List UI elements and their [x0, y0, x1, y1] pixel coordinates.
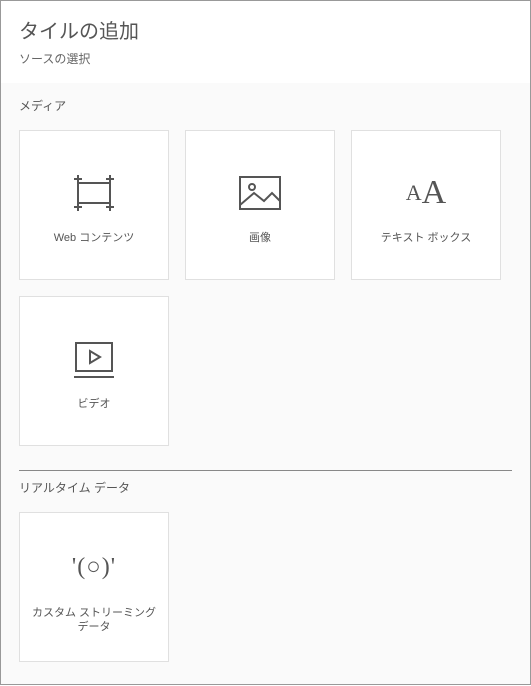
- add-tile-panel: タイルの追加 ソースの選択 メディア: [0, 0, 531, 685]
- text-box-icon: AA: [352, 165, 500, 221]
- tile-image[interactable]: 画像: [185, 130, 335, 280]
- section-label-realtime: リアルタイム データ: [19, 479, 512, 496]
- tile-label: 画像: [241, 231, 279, 245]
- panel-content: メディア: [1, 83, 530, 686]
- media-tile-grid: Web コンテンツ 画像 AA: [19, 130, 512, 446]
- tile-text-box[interactable]: AA テキスト ボックス: [351, 130, 501, 280]
- panel-title: タイルの追加: [19, 15, 512, 44]
- tile-video[interactable]: ビデオ: [19, 296, 169, 446]
- tile-label: テキスト ボックス: [373, 231, 479, 245]
- tile-custom-streaming[interactable]: '(○)' カスタム ストリーミング データ: [19, 512, 169, 662]
- tile-label: ビデオ: [70, 397, 119, 411]
- panel-header: タイルの追加 ソースの選択: [1, 1, 530, 83]
- panel-subtitle: ソースの選択: [19, 50, 512, 67]
- streaming-icon: '(○)': [20, 540, 168, 596]
- video-icon: [20, 331, 168, 387]
- tile-web-content[interactable]: Web コンテンツ: [19, 130, 169, 280]
- tile-label: Web コンテンツ: [46, 231, 142, 245]
- tile-label: カスタム ストリーミング データ: [20, 606, 168, 635]
- realtime-tile-grid: '(○)' カスタム ストリーミング データ: [19, 512, 512, 662]
- section-label-media: メディア: [19, 97, 512, 114]
- section-divider: [19, 470, 512, 471]
- image-icon: [186, 165, 334, 221]
- web-content-icon: [20, 165, 168, 221]
